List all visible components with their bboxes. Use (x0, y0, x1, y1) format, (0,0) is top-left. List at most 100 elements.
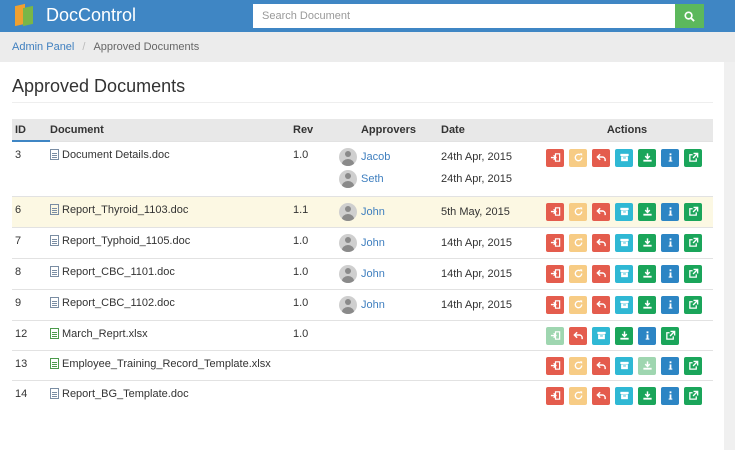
info-button[interactable] (661, 202, 679, 221)
approver-name[interactable]: John (361, 268, 385, 280)
download-button[interactable] (638, 202, 656, 221)
document-name[interactable]: Report_CBC_1102.doc (62, 297, 175, 309)
document-name[interactable]: Report_Typhoid_1105.doc (62, 235, 190, 247)
download-button[interactable] (638, 295, 656, 314)
archive-button[interactable] (615, 295, 633, 314)
check-in-button[interactable] (546, 386, 564, 405)
approver-name[interactable]: Jacob (361, 151, 390, 163)
brand[interactable]: DocControl (12, 3, 136, 27)
renew-button[interactable] (569, 202, 587, 221)
revert-button[interactable] (592, 264, 610, 283)
info-button[interactable] (661, 386, 679, 405)
breadcrumb-admin-panel[interactable]: Admin Panel (12, 41, 74, 53)
table-row[interactable]: 8 Report_CBC_1101.doc 1.0 John 14th Apr, 201… (12, 257, 713, 289)
renew-button[interactable] (569, 356, 587, 375)
search-button[interactable] (675, 4, 704, 28)
revert-button[interactable] (592, 202, 610, 221)
column-header-document[interactable]: Document (50, 119, 293, 141)
archive-button[interactable] (615, 148, 633, 167)
revert-button[interactable] (569, 326, 587, 345)
table-row[interactable]: 7 Report_Typhoid_1105.doc 1.0 John 14th Apr,… (12, 226, 713, 258)
renew-button[interactable] (569, 295, 587, 314)
info-button[interactable] (638, 326, 656, 345)
renew-button[interactable] (569, 233, 587, 252)
check-in-button[interactable] (546, 148, 564, 167)
document-name-cell[interactable]: Report_Typhoid_1105.doc (50, 228, 293, 247)
document-name[interactable]: Employee_Training_Record_Template.xlsx (62, 358, 271, 370)
approver-name[interactable]: John (361, 237, 385, 249)
approver-name[interactable]: Seth (361, 173, 384, 185)
archive-button[interactable] (615, 386, 633, 405)
revert-button[interactable] (592, 233, 610, 252)
open-external-button[interactable] (684, 202, 702, 221)
table-row[interactable]: 12 March_Reprt.xlsx 1.0 (12, 319, 713, 350)
open-external-button[interactable] (661, 326, 679, 345)
open-external-button[interactable] (684, 356, 702, 375)
download-button[interactable] (615, 326, 633, 345)
document-name[interactable]: Report_Thyroid_1103.doc (62, 204, 188, 216)
archive-button[interactable] (615, 233, 633, 252)
revert-button[interactable] (592, 148, 610, 167)
table-row[interactable]: 13 Employee_Training_Record_Template.xlsx (12, 349, 713, 380)
open-external-button[interactable] (684, 233, 702, 252)
download-button[interactable] (638, 386, 656, 405)
info-button[interactable] (661, 233, 679, 252)
archive-button[interactable] (615, 202, 633, 221)
undo-icon (595, 268, 607, 279)
document-name[interactable]: March_Reprt.xlsx (62, 328, 148, 340)
info-button[interactable] (661, 148, 679, 167)
open-external-button[interactable] (684, 148, 702, 167)
open-external-button[interactable] (684, 264, 702, 283)
column-header-date[interactable]: Date (441, 119, 541, 141)
download-button[interactable] (638, 148, 656, 167)
revert-button[interactable] (592, 295, 610, 314)
column-header-id[interactable]: ID (12, 119, 50, 142)
table-row[interactable]: 3 Document Details.doc 1.0 Jacob Seth 24th Ap… (12, 140, 713, 196)
document-name[interactable]: Document Details.doc (62, 149, 170, 161)
revert-button[interactable] (592, 386, 610, 405)
renew-button[interactable] (569, 148, 587, 167)
document-name-cell[interactable]: Employee_Training_Record_Template.xlsx (50, 351, 293, 370)
row-actions (541, 259, 713, 283)
info-button[interactable] (661, 295, 679, 314)
renew-button[interactable] (569, 264, 587, 283)
document-name-cell[interactable]: Report_CBC_1102.doc (50, 290, 293, 309)
check-in-button[interactable] (546, 295, 564, 314)
document-name-cell[interactable]: March_Reprt.xlsx (50, 321, 293, 340)
column-header-rev[interactable]: Rev (293, 119, 336, 141)
open-external-button[interactable] (684, 295, 702, 314)
archive-icon (619, 390, 630, 401)
check-in-button[interactable] (546, 202, 564, 221)
renew-button[interactable] (569, 386, 587, 405)
document-name[interactable]: Report_BG_Template.doc (62, 388, 189, 400)
search-input[interactable] (253, 4, 675, 28)
document-name-cell[interactable]: Report_Thyroid_1103.doc (50, 197, 293, 216)
column-header-approvers[interactable]: Approvers (336, 119, 441, 141)
document-name[interactable]: Report_CBC_1101.doc (62, 266, 175, 278)
table-row[interactable]: 9 Report_CBC_1102.doc 1.0 John 14th Apr, 201… (12, 288, 713, 320)
table-row[interactable]: 6 Report_Thyroid_1103.doc 1.1 John 5th May, … (12, 195, 713, 227)
download-button[interactable] (638, 233, 656, 252)
download-button[interactable] (638, 264, 656, 283)
check-in-button[interactable] (546, 264, 564, 283)
external-link-icon (688, 360, 699, 371)
approver-name[interactable]: John (361, 206, 385, 218)
archive-button[interactable] (615, 264, 633, 283)
approver-name[interactable]: John (361, 299, 385, 311)
document-name-cell[interactable]: Report_CBC_1101.doc (50, 259, 293, 278)
download-button[interactable] (638, 356, 656, 375)
open-external-button[interactable] (684, 386, 702, 405)
check-in-button[interactable] (546, 326, 564, 345)
document-name-cell[interactable]: Document Details.doc (50, 142, 293, 161)
info-button[interactable] (661, 356, 679, 375)
table-row[interactable]: 14 Report_BG_Template.doc (12, 379, 713, 410)
check-in-button[interactable] (546, 356, 564, 375)
archive-button[interactable] (615, 356, 633, 375)
document-name-cell[interactable]: Report_BG_Template.doc (50, 381, 293, 400)
content-panel: Approved Documents ID Document Rev Appro… (0, 62, 724, 450)
archive-button[interactable] (592, 326, 610, 345)
revert-button[interactable] (592, 356, 610, 375)
check-in-button[interactable] (546, 233, 564, 252)
info-button[interactable] (661, 264, 679, 283)
approvers-list: Jacob Seth (336, 142, 441, 190)
